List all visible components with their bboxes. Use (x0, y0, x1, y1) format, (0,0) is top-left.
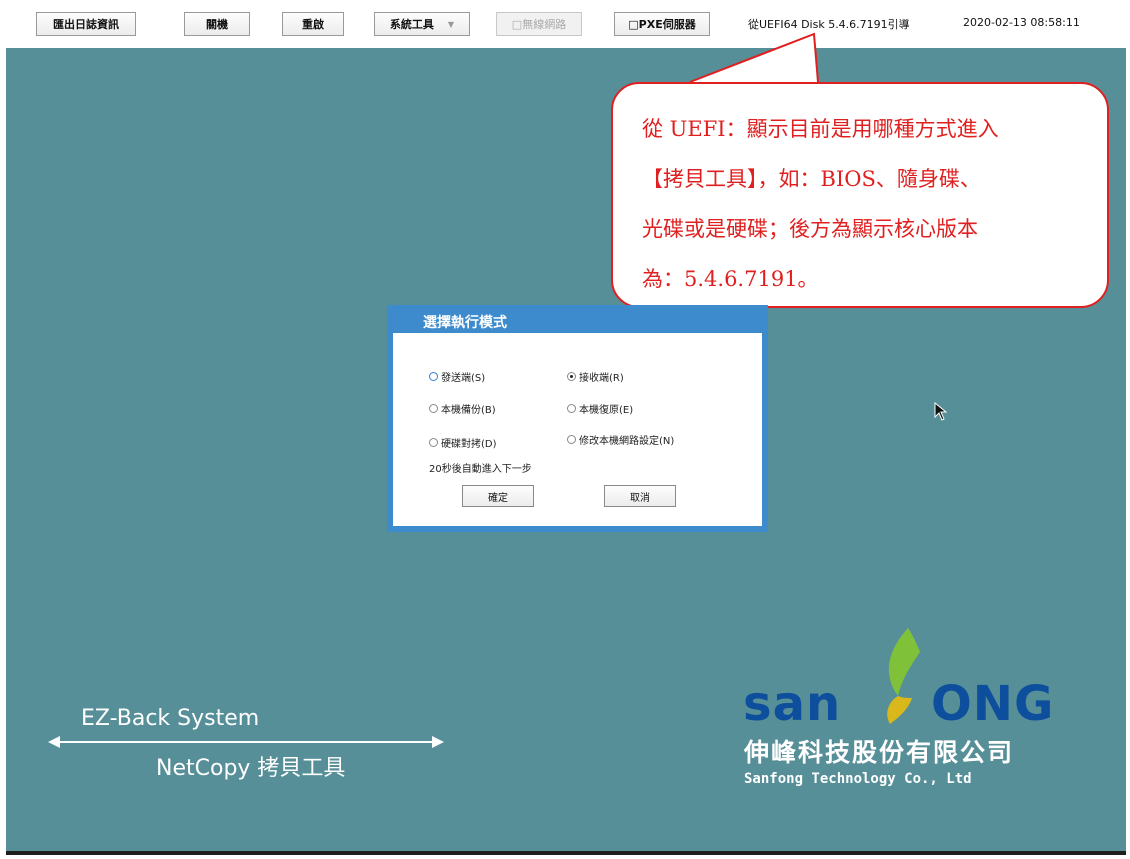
radio-icon (429, 438, 438, 447)
logo-text-right: ONG (931, 676, 1055, 732)
annotation-line-1: 從 UEFI：顯示目前是用哪種方式進入 (642, 117, 999, 141)
annotation-text: 從 UEFI：顯示目前是用哪種方式進入 【拷貝工具】，如：BIOS、隨身碟、 光… (642, 104, 1092, 304)
countdown-text: 20秒後自動進入下一步 (429, 464, 532, 475)
radio-icon (429, 372, 438, 381)
option-disk-copy[interactable]: 硬碟對拷(D) (429, 435, 497, 450)
option-restore-label: 本機復原(E) (579, 405, 634, 416)
product-subtitle: NetCopy 拷貝工具 (156, 756, 346, 781)
option-network-label: 修改本機網路設定(N) (579, 436, 675, 447)
annotation-line-3: 光碟或是硬碟；後方為顯示核心版本 (642, 217, 978, 241)
radio-icon (567, 435, 576, 444)
double-arrow-icon (48, 736, 444, 748)
annotation-line-2: 【拷貝工具】，如：BIOS、隨身碟、 (642, 167, 981, 191)
product-title: EZ-Back System (81, 706, 260, 731)
option-network-settings[interactable]: 修改本機網路設定(N) (567, 432, 674, 447)
annotation-line-4: 為：5.4.6.7191。 (642, 267, 819, 291)
radio-icon (429, 404, 438, 413)
mouse-cursor-icon (934, 402, 948, 421)
app-window: 匯出日誌資訊 關機 重啟 系統工具 ▼ □無線網路 □PXE伺服器 從UEFI6… (6, 0, 1126, 855)
option-disk-copy-label: 硬碟對拷(D) (441, 439, 497, 450)
cancel-button[interactable]: 取消 (604, 485, 676, 507)
option-receiver-label: 接收端(R) (579, 373, 624, 384)
mode-select-dialog: 選擇執行模式 發送端(S) 接收端(R) 本機備份(B) 本機復原(E) 硬碟對… (387, 305, 768, 532)
ok-button[interactable]: 確定 (462, 485, 534, 507)
dialog-title: 選擇執行模式 (423, 315, 507, 331)
leaf-logo-icon (887, 628, 920, 724)
option-backup[interactable]: 本機備份(B) (429, 401, 496, 416)
dialog-body: 發送端(S) 接收端(R) 本機備份(B) 本機復原(E) 硬碟對拷(D) 修改… (393, 333, 762, 526)
option-receiver[interactable]: 接收端(R) (567, 369, 624, 384)
option-sender-label: 發送端(S) (441, 373, 486, 384)
option-restore[interactable]: 本機復原(E) (567, 401, 633, 416)
bottom-border (6, 851, 1126, 855)
company-name-zh: 伸峰科技股份有限公司 (744, 738, 1015, 767)
option-backup-label: 本機備份(B) (441, 405, 496, 416)
option-sender[interactable]: 發送端(S) (429, 369, 485, 384)
logo-text-left: san (743, 676, 842, 732)
company-name-en: Sanfong Technology Co., Ltd (744, 771, 972, 787)
radio-selected-icon (567, 372, 576, 381)
radio-icon (567, 404, 576, 413)
